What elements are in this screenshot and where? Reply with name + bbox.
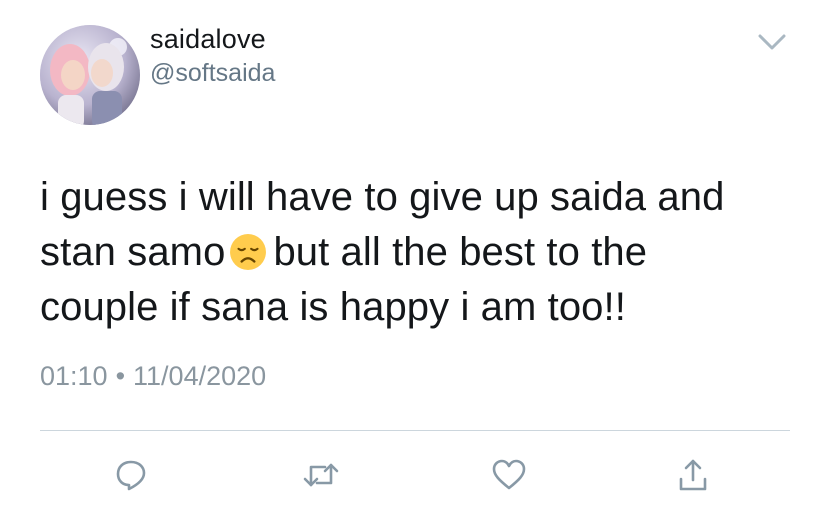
like-button[interactable] [484, 450, 534, 500]
chevron-down-icon [758, 34, 786, 50]
tweet-time: 01:10 [40, 361, 108, 391]
tweet-menu-button[interactable] [752, 28, 792, 56]
tweet-text: i guess i will have to give up saida and… [40, 170, 800, 335]
tweet-text-segment: stan samo [40, 230, 226, 274]
tweet-date: 11/04/2020 [133, 361, 267, 391]
avatar[interactable] [40, 25, 140, 125]
display-name[interactable]: saidalove [150, 24, 266, 55]
reply-button[interactable] [106, 450, 156, 500]
tweet-text-line: couple if sana is happy i am too!! [40, 285, 626, 329]
tweet-text-line: i guess i will have to give up saida and [40, 175, 725, 219]
tweet-text-segment: but all the best to the [273, 230, 648, 274]
share-icon [679, 459, 707, 491]
retweet-button[interactable] [296, 450, 346, 500]
tweet-text-line: stan samo but all the best to the [40, 225, 800, 280]
avatar-photo [40, 25, 140, 125]
tweet-card: saidalove @softsaida i guess i will have… [0, 0, 828, 513]
tweet-timestamp[interactable]: 01:10 • 11/04/2020 [40, 361, 266, 392]
tweet-actions [0, 450, 828, 500]
disappointed-face-icon [230, 234, 267, 270]
heart-icon [492, 459, 526, 490]
user-handle[interactable]: @softsaida [150, 59, 275, 88]
timestamp-separator: • [115, 361, 126, 391]
share-button[interactable] [668, 450, 718, 500]
divider [40, 430, 790, 431]
reply-icon [116, 460, 146, 491]
retweet-icon [303, 463, 339, 487]
